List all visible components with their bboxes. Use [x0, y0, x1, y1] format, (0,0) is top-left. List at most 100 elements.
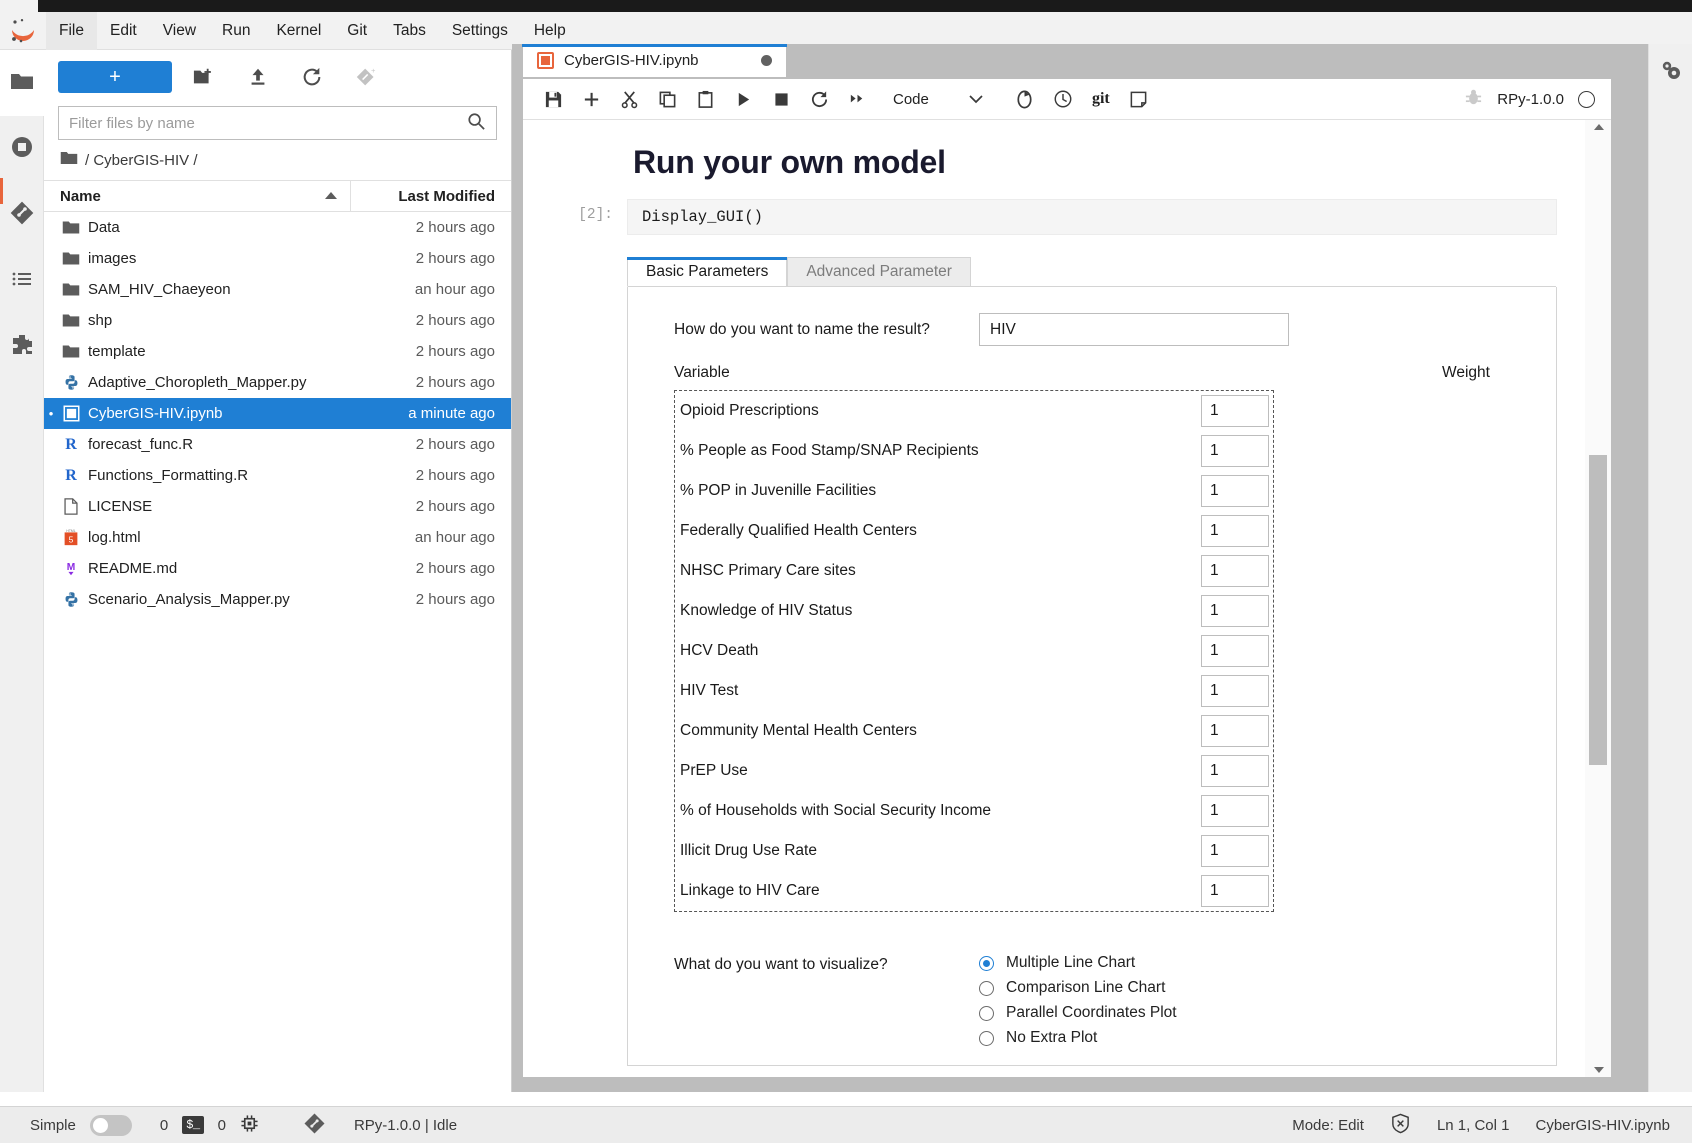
window-corner [0, 0, 38, 12]
git-status-icon[interactable] [273, 1112, 326, 1139]
radio-button-icon[interactable] [979, 1005, 994, 1021]
menu-view[interactable]: View [150, 12, 209, 50]
menu-file[interactable]: File [46, 11, 97, 50]
visualize-option[interactable]: No Extra Plot [979, 1029, 1177, 1047]
scroll-up-arrow-icon[interactable] [1594, 124, 1604, 130]
folder-icon [9, 68, 35, 98]
visualize-option[interactable]: Parallel Coordinates Plot [979, 1004, 1177, 1022]
variable-weight-input[interactable] [1201, 635, 1269, 667]
visualize-option[interactable]: Multiple Line Chart [979, 954, 1177, 972]
menu-edit[interactable]: Edit [97, 12, 150, 50]
filter-files-input[interactable] [69, 114, 467, 132]
menu-kernel[interactable]: Kernel [263, 12, 334, 50]
scrollbar-thumb[interactable] [1589, 455, 1607, 765]
file-list-item[interactable]: • CyberGIS-HIV.ipynb a minute ago [44, 398, 511, 429]
restart-icon[interactable] [1007, 83, 1043, 115]
new-launcher-button[interactable]: + [58, 61, 172, 93]
variable-weight-input[interactable] [1201, 595, 1269, 627]
run-icon[interactable] [725, 83, 761, 115]
file-name: forecast_func.R [88, 436, 194, 453]
cell-type-dropdown[interactable]: Code [881, 84, 991, 114]
paste-icon[interactable] [687, 83, 723, 115]
menu-git[interactable]: Git [334, 12, 380, 50]
restart-run-all-icon[interactable] [839, 83, 875, 115]
git-label[interactable]: git [1083, 83, 1119, 115]
shield-x-icon[interactable] [1390, 1113, 1411, 1138]
file-list-item[interactable]: shp 2 hours ago [44, 305, 511, 336]
notebook-icon [537, 52, 554, 69]
variable-weight-input[interactable] [1201, 515, 1269, 547]
variable-weight-input[interactable] [1201, 395, 1269, 427]
file-list-item[interactable]: 5 HTML log.html an hour ago [44, 522, 511, 553]
terminal-count[interactable]: 0 [218, 1117, 226, 1134]
new-git-checkout-icon[interactable]: + [344, 60, 388, 94]
variable-weight-input[interactable] [1201, 675, 1269, 707]
cell-source[interactable]: Display_GUI() [627, 199, 1557, 235]
variable-weight-input[interactable] [1201, 755, 1269, 787]
file-list-item[interactable]: M README.md 2 hours ago [44, 553, 511, 584]
tab-basic-parameters[interactable]: Basic Parameters [627, 257, 788, 287]
variable-weight-input[interactable] [1201, 475, 1269, 507]
variable-weight-input[interactable] [1201, 875, 1269, 907]
file-list-item[interactable]: R Functions_Formatting.R 2 hours ago [44, 460, 511, 491]
variable-weight-input[interactable] [1201, 555, 1269, 587]
bug-icon[interactable] [1464, 88, 1483, 111]
copy-icon[interactable] [649, 83, 685, 115]
notebook-note-icon[interactable] [1121, 83, 1157, 115]
visualize-option[interactable]: Comparison Line Chart [979, 979, 1177, 997]
file-list-item[interactable]: Scenario_Analysis_Mapper.py 2 hours ago [44, 584, 511, 615]
radio-button-icon[interactable] [979, 980, 994, 996]
variable-weight-input[interactable] [1201, 715, 1269, 747]
radio-button-icon[interactable] [979, 1030, 994, 1046]
column-header-name[interactable]: Name [44, 181, 351, 211]
tab-advanced-parameter[interactable]: Advanced Parameter [787, 257, 971, 287]
upload-icon[interactable] [236, 60, 280, 94]
scroll-down-arrow-icon[interactable] [1594, 1067, 1604, 1073]
variable-row: Knowledge of HIV Status [675, 591, 1273, 631]
file-browser-panel: + + / CyberGIS-HIV / [44, 50, 512, 1092]
file-list-item[interactable]: Data 2 hours ago [44, 212, 511, 243]
column-header-last-modified[interactable]: Last Modified [351, 188, 511, 205]
sidebar-item-running-sessions[interactable] [0, 116, 44, 182]
kernel-name-label[interactable]: RPy-1.0.0 [1497, 91, 1564, 108]
result-name-input[interactable] [979, 313, 1289, 346]
cut-icon[interactable] [611, 83, 647, 115]
file-list-item[interactable]: images 2 hours ago [44, 243, 511, 274]
sidebar-item-file-browser[interactable] [0, 50, 44, 116]
menu-run[interactable]: Run [209, 12, 263, 50]
simple-mode-toggle[interactable] [89, 1114, 132, 1136]
tab-cybergis-hiv-notebook[interactable]: CyberGIS-HIV.ipynb [522, 44, 787, 78]
sidebar-item-table-of-contents[interactable] [0, 248, 44, 314]
new-folder-icon[interactable] [182, 60, 226, 94]
cpu-icon[interactable] [240, 1114, 259, 1137]
breadcrumb[interactable]: / CyberGIS-HIV / [44, 140, 511, 180]
notebook-scrollbar[interactable] [1585, 120, 1611, 1077]
menu-settings[interactable]: Settings [439, 12, 521, 50]
sidebar-item-git[interactable] [0, 182, 44, 248]
variable-weight-input[interactable] [1201, 795, 1269, 827]
terminal-icon[interactable]: $_ [182, 1116, 204, 1134]
file-list-item[interactable]: template 2 hours ago [44, 336, 511, 367]
file-list-item[interactable]: Rforecast_func.R 2 hours ago [44, 429, 511, 460]
history-icon[interactable] [1045, 83, 1081, 115]
file-list-item[interactable]: Adaptive_Choropleth_Mapper.py 2 hours ago [44, 367, 511, 398]
variable-weight-input[interactable] [1201, 435, 1269, 467]
refresh-icon[interactable] [290, 60, 334, 94]
stop-icon[interactable] [763, 83, 799, 115]
file-list-item[interactable]: SAM_HIV_Chaeyeon an hour ago [44, 274, 511, 305]
sidebar-item-property-inspector[interactable] [1649, 44, 1692, 100]
variable-weight-input[interactable] [1201, 835, 1269, 867]
sidebar-item-extension-manager[interactable] [0, 314, 44, 380]
insert-cell-icon[interactable] [573, 83, 609, 115]
filter-files-box[interactable] [58, 106, 497, 140]
unsaved-indicator-icon[interactable] [761, 55, 772, 66]
radio-button-icon[interactable] [979, 955, 994, 971]
file-list-item[interactable]: LICENSE 2 hours ago [44, 491, 511, 522]
menu-tabs[interactable]: Tabs [380, 12, 439, 50]
file-open-indicator: • [48, 406, 54, 421]
kernel-count[interactable]: 0 [146, 1117, 168, 1134]
kernel-status-label[interactable]: RPy-1.0.0 | Idle [340, 1117, 457, 1134]
restart-kernel-icon[interactable] [801, 83, 837, 115]
kernel-status-idle-icon[interactable] [1578, 90, 1595, 108]
save-icon[interactable] [535, 83, 571, 115]
